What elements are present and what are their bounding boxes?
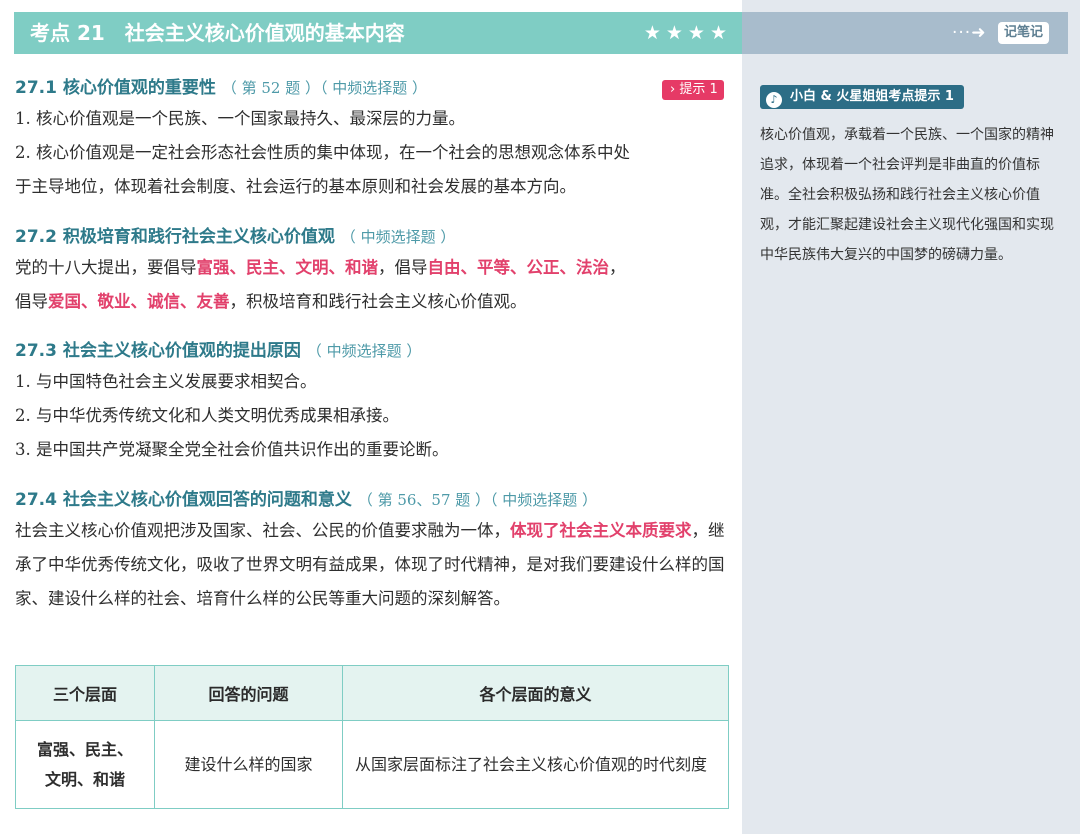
table-cell: 富强、民主、 文明、和谐 [15, 720, 155, 809]
sidebar-tip-text: 核心价值观，承载着一个民族、一个国家的精神追求，体现着一个社会评判是非曲直的价值… [760, 127, 1054, 263]
paragraph-line: 1. 核心价值观是一个民族、一个国家最持久、最深层的力量。 [15, 109, 465, 128]
levels-table: 三个层面 回答的问题 各个层面的意义 富强、民主、 文明、和谐 建设什么样的国家… [15, 665, 729, 809]
section-heading: 27.2 积极培育和践行社会主义核心价值观 （ 中频选择题 ） [15, 225, 730, 249]
section-27-2: 27.2 积极培育和践行社会主义核心价值观 （ 中频选择题 ） 党的十八大提出，… [15, 225, 730, 319]
paragraph-line: 于主导地位，体现着社会制度、社会运行的基本原则和社会发展的基本方向。 [15, 177, 576, 196]
highlight-text: 富强、民主、文明、和谐 [196, 258, 379, 277]
table-header-row: 三个层面 回答的问题 各个层面的意义 [15, 665, 729, 721]
section-title: 27.1 核心价值观的重要性 [15, 78, 216, 98]
section-heading: 27.4 社会主义核心价值观回答的问题和意义 （ 第 56、57 题 ）（ 中频… [15, 488, 730, 512]
highlight-text: 爱国、敬业、诚信、友善 [48, 292, 230, 311]
text-run: 社会主义核心价值观把涉及国家、社会、公民的价值要求融为一体， [15, 521, 510, 540]
main-content: 考点 21 社会主义核心价值观的基本内容 ★★★★ › 提示 1 27.1 核心… [0, 0, 742, 834]
arrow-icon: ···➜ [952, 23, 987, 43]
bell-icon: ♪ [766, 92, 782, 108]
section-27-3: 27.3 社会主义核心价值观的提出原因 （ 中频选择题 ） 1. 与中国特色社会… [15, 339, 730, 467]
paragraph-line: 3. 是中国共产党凝聚全党全社会价值共识作出的重要论断。 [15, 440, 449, 459]
text-run: 倡导 [15, 292, 48, 311]
paragraph-line: 2. 与中华优秀传统文化和人类文明优秀成果相承接。 [15, 406, 399, 425]
table-header: 各个层面的意义 [342, 665, 729, 721]
section-title: 27.2 积极培育和践行社会主义核心价值观 [15, 227, 335, 247]
difficulty-stars: ★★★★ [643, 22, 732, 44]
paragraph-line: 党的十八大提出，要倡导富强、民主、文明、和谐，倡导自由、平等、公正、法治， [15, 251, 730, 285]
table-row: 富强、民主、 文明、和谐 建设什么样的国家 从国家层面标注了社会主义核心价值观的… [15, 720, 729, 809]
table-cell: 从国家层面标注了社会主义核心价值观的时代刻度 [342, 720, 729, 809]
section-note: （ 中频选择题 ） [306, 342, 422, 360]
paragraph-line: 倡导爱国、敬业、诚信、友善，积极培育和践行社会主义核心价值观。 [15, 285, 730, 319]
text-run: ，倡导 [378, 258, 428, 277]
highlight-text: 自由、平等、公正、法治 [427, 258, 610, 277]
section-heading: 27.1 核心价值观的重要性 （ 第 52 题 ）（ 中频选择题 ） [15, 76, 730, 100]
sidebar-tip-title: 小白 & 火星姐姐考点提示 1 [790, 89, 954, 104]
section-heading: 27.3 社会主义核心价值观的提出原因 （ 中频选择题 ） [15, 339, 730, 363]
section-note: （ 第 52 题 ）（ 中频选择题 ） [221, 79, 427, 97]
paragraph-line: 2. 核心价值观是一定社会形态社会性质的集中体现，在一个社会的思想观念体系中处 [15, 143, 630, 162]
topic-title: 考点 21 社会主义核心价值观的基本内容 [14, 12, 421, 54]
section-27-4: 27.4 社会主义核心价值观回答的问题和意义 （ 第 56、57 题 ）（ 中频… [15, 488, 730, 616]
take-notes-button[interactable]: 记笔记 [998, 22, 1050, 44]
section-title: 27.3 社会主义核心价值观的提出原因 [15, 341, 301, 361]
text-run: ， [609, 258, 626, 277]
highlight-text: 体现了社会主义本质要求 [510, 521, 692, 540]
table-header: 回答的问题 [154, 665, 343, 721]
table-header: 三个层面 [15, 665, 155, 721]
table-cell: 建设什么样的国家 [154, 720, 343, 809]
sidebar-tip-badge: ♪ 小白 & 火星姐姐考点提示 1 [760, 85, 964, 109]
paragraph-line: 1. 与中国特色社会主义发展要求相契合。 [15, 372, 317, 391]
section-27-1: 27.1 核心价值观的重要性 （ 第 52 题 ）（ 中频选择题 ） 1. 核心… [15, 76, 730, 204]
text-run: 党的十八大提出，要倡导 [15, 258, 197, 277]
section-title: 27.4 社会主义核心价值观回答的问题和意义 [15, 490, 352, 510]
sidebar-header: ···➜ 记笔记 [742, 12, 1068, 54]
paragraph: 社会主义核心价值观把涉及国家、社会、公民的价值要求融为一体，体现了社会主义本质要… [15, 514, 730, 616]
section-note: （ 中频选择题 ） [340, 228, 456, 246]
sidebar: ···➜ 记笔记 ♪ 小白 & 火星姐姐考点提示 1 核心价值观，承载着一个民族、… [742, 0, 1080, 834]
section-note: （ 第 56、57 题 ）（ 中频选择题 ） [357, 491, 598, 509]
cell-line: 富强、民主、 [36, 739, 133, 759]
topic-header: 考点 21 社会主义核心价值观的基本内容 ★★★★ [14, 12, 742, 54]
cell-line: 文明、和谐 [44, 769, 125, 789]
text-run: ，积极培育和践行社会主义核心价值观。 [229, 292, 527, 311]
